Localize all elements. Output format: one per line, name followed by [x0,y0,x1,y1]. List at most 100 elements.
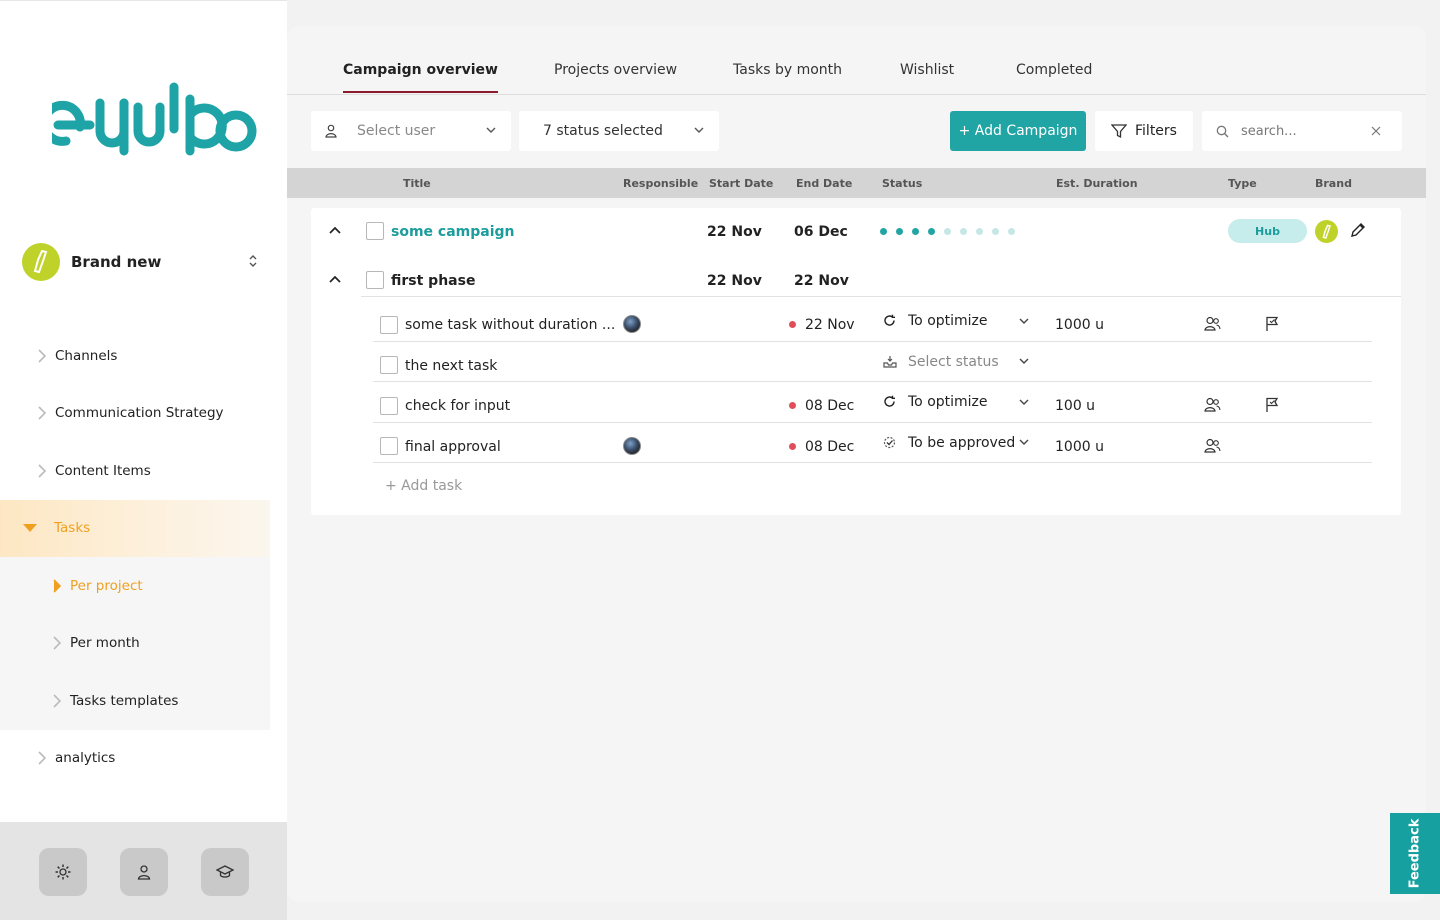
tab-projects-overview[interactable]: Projects overview [554,62,677,93]
tab-tasks-by-month[interactable]: Tasks by month [733,62,842,93]
progress-dot-pending [960,228,967,235]
task-duration: 1000 u [1055,317,1104,333]
overdue-dot [789,320,796,328]
academy-button[interactable] [200,847,249,896]
search-input[interactable] [1241,123,1361,139]
toolbar: Select user 7 status selected + Add Camp… [287,111,1426,151]
chevron-down-icon[interactable] [1018,356,1030,366]
sidebar-item-tasks[interactable]: Tasks [0,499,270,557]
column-header-brand[interactable]: Brand [1315,177,1352,190]
chevron-right-icon [38,406,48,420]
inbox-tray-icon [883,356,897,368]
tab-wishlist[interactable]: Wishlist [900,62,954,93]
task-title[interactable]: final approval [405,439,501,455]
users-icon[interactable] [1204,438,1221,453]
chevron-down-icon[interactable] [1018,437,1030,447]
task-end-date-text: 22 Nov [805,317,855,333]
chevron-right-icon [53,636,63,650]
chevron-right-icon [53,579,63,593]
divider [361,296,1401,297]
status-select[interactable]: 7 status selected [519,111,719,151]
column-header-status[interactable]: Status [882,177,922,190]
filters-button[interactable]: Filters [1095,111,1193,151]
task-end-date: 22 Nov [789,317,855,333]
sidebar-item-label: Tasks templates [70,692,179,709]
chevron-up-icon[interactable] [329,274,341,284]
task-title[interactable]: check for input [405,398,510,414]
campaign-end-date: 06 Dec [794,224,848,240]
close-icon[interactable] [1371,126,1381,136]
sidebar-item-per-month[interactable]: Per month [0,614,270,672]
sidebar-nav: Channels Communication Strategy Content … [0,327,287,787]
column-header-est-duration[interactable]: Est. Duration [1056,177,1138,190]
column-header-responsible[interactable]: Responsible [623,177,698,190]
flag-icon[interactable] [1265,397,1279,413]
sidebar-item-label: Per project [70,577,143,594]
chevron-down-icon[interactable] [1018,316,1030,326]
phase-checkbox[interactable] [366,271,384,289]
campaign-checkbox[interactable] [366,222,384,240]
main-panel: Campaign overview Projects overview Task… [287,26,1426,902]
column-header-start-date[interactable]: Start Date [709,177,773,190]
table-header: Title Responsible Start Date End Date St… [287,168,1426,198]
graduation-cap-icon [215,864,234,878]
task-checkbox[interactable] [380,437,398,455]
brand-avatar [22,243,60,281]
sidebar-footer [0,822,287,920]
task-title[interactable]: the next task [405,358,497,374]
column-header-end-date[interactable]: End Date [796,177,852,190]
sidebar-item-content-items[interactable]: Content Items [0,442,287,500]
feedback-button[interactable]: Feedback [1390,813,1440,894]
task-checkbox[interactable] [380,316,398,334]
chevron-right-icon [38,751,48,765]
task-status[interactable]: To optimize [908,394,988,410]
sidebar-item-communication-strategy[interactable]: Communication Strategy [0,385,287,443]
edit-pencil-icon[interactable] [1350,222,1366,238]
users-icon[interactable] [1204,316,1221,331]
task-checkbox[interactable] [380,397,398,415]
search-icon [1216,125,1229,137]
user-icon [325,124,337,138]
phase-end-date: 22 Nov [794,273,849,289]
sidebar-item-channels[interactable]: Channels [0,327,287,385]
gear-icon [55,864,70,879]
brand-selector[interactable]: Brand new [22,243,262,281]
sidebar-item-analytics[interactable]: analytics [0,730,287,788]
sort-chevron-icon [249,255,257,267]
phase-title[interactable]: first phase [391,273,475,289]
task-title[interactable]: some task without duration ... [405,317,615,333]
progress-dot-done [912,228,919,235]
profile-button[interactable] [119,847,168,896]
tab-campaign-overview[interactable]: Campaign overview [343,62,498,93]
equipo-logo[interactable] [52,79,258,157]
chevron-up-icon[interactable] [329,225,341,235]
column-header-title[interactable]: Title [403,177,431,190]
add-task-button[interactable]: + Add task [385,478,462,494]
brand-name: Brand new [71,253,162,271]
task-duration: 100 u [1055,398,1096,414]
task-end-date: 08 Dec [789,398,854,414]
task-status[interactable]: To be approved [908,435,1015,451]
tab-completed[interactable]: Completed [1016,62,1092,93]
progress-dot-done [880,228,887,235]
task-checkbox[interactable] [380,356,398,374]
user-select[interactable]: Select user [311,111,511,151]
sidebar-item-tasks-templates[interactable]: Tasks templates [0,672,270,730]
avatar[interactable] [623,315,641,333]
avatar[interactable] [623,437,641,455]
progress-dot-pending [1008,228,1015,235]
progress-dot-pending [992,228,999,235]
campaign-title[interactable]: some campaign [391,224,515,240]
settings-button[interactable] [38,847,87,896]
phase-start-date: 22 Nov [707,273,762,289]
sidebar-item-per-project[interactable]: Per project [0,557,270,615]
column-header-type[interactable]: Type [1228,177,1257,190]
task-status[interactable]: To optimize [908,313,988,329]
users-icon[interactable] [1204,397,1221,412]
task-status-placeholder[interactable]: Select status [908,354,999,370]
add-campaign-button[interactable]: + Add Campaign [950,111,1086,151]
chevron-down-icon[interactable] [1018,397,1030,407]
task-end-date: 08 Dec [789,439,854,455]
flag-icon[interactable] [1265,316,1279,332]
bottle-icon [33,249,48,274]
